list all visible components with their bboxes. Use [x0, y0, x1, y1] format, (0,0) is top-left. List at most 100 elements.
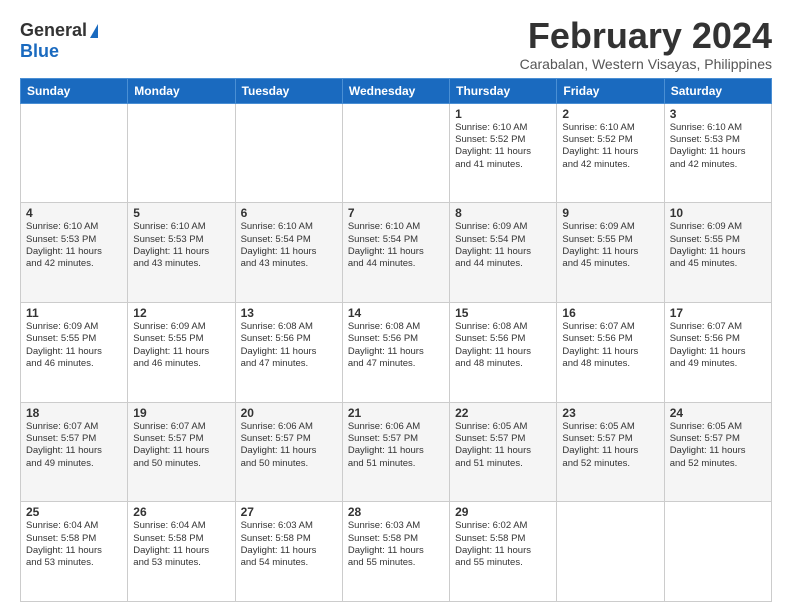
- calendar-cell: 8Sunrise: 6:09 AMSunset: 5:54 PMDaylight…: [450, 203, 557, 303]
- day-info: Sunrise: 6:02 AMSunset: 5:58 PMDaylight:…: [455, 520, 551, 569]
- day-number: 5: [133, 206, 229, 220]
- calendar-week-row: 11Sunrise: 6:09 AMSunset: 5:55 PMDayligh…: [21, 302, 772, 402]
- day-info: Sunrise: 6:05 AMSunset: 5:57 PMDaylight:…: [455, 421, 551, 470]
- day-number: 16: [562, 306, 658, 320]
- logo-blue-text: Blue: [20, 41, 59, 62]
- day-info: Sunrise: 6:08 AMSunset: 5:56 PMDaylight:…: [348, 321, 444, 370]
- day-number: 7: [348, 206, 444, 220]
- day-info: Sunrise: 6:07 AMSunset: 5:57 PMDaylight:…: [26, 421, 122, 470]
- calendar-cell: 28Sunrise: 6:03 AMSunset: 5:58 PMDayligh…: [342, 502, 449, 602]
- calendar-cell: [664, 502, 771, 602]
- day-info: Sunrise: 6:07 AMSunset: 5:57 PMDaylight:…: [133, 421, 229, 470]
- day-info: Sunrise: 6:10 AMSunset: 5:52 PMDaylight:…: [455, 122, 551, 171]
- day-number: 26: [133, 505, 229, 519]
- calendar-cell: [235, 103, 342, 203]
- day-info: Sunrise: 6:10 AMSunset: 5:54 PMDaylight:…: [348, 221, 444, 270]
- calendar-cell: 11Sunrise: 6:09 AMSunset: 5:55 PMDayligh…: [21, 302, 128, 402]
- col-header-saturday: Saturday: [664, 78, 771, 103]
- day-number: 17: [670, 306, 766, 320]
- title-section: February 2024 Carabalan, Western Visayas…: [520, 16, 772, 72]
- calendar-cell: 29Sunrise: 6:02 AMSunset: 5:58 PMDayligh…: [450, 502, 557, 602]
- calendar-week-row: 4Sunrise: 6:10 AMSunset: 5:53 PMDaylight…: [21, 203, 772, 303]
- page: General Blue February 2024 Carabalan, We…: [0, 0, 792, 612]
- calendar-cell: 16Sunrise: 6:07 AMSunset: 5:56 PMDayligh…: [557, 302, 664, 402]
- calendar-cell: 27Sunrise: 6:03 AMSunset: 5:58 PMDayligh…: [235, 502, 342, 602]
- day-number: 9: [562, 206, 658, 220]
- day-number: 24: [670, 406, 766, 420]
- calendar-cell: 26Sunrise: 6:04 AMSunset: 5:58 PMDayligh…: [128, 502, 235, 602]
- day-info: Sunrise: 6:03 AMSunset: 5:58 PMDaylight:…: [241, 520, 337, 569]
- day-info: Sunrise: 6:05 AMSunset: 5:57 PMDaylight:…: [670, 421, 766, 470]
- day-number: 12: [133, 306, 229, 320]
- calendar-cell: 4Sunrise: 6:10 AMSunset: 5:53 PMDaylight…: [21, 203, 128, 303]
- day-info: Sunrise: 6:10 AMSunset: 5:54 PMDaylight:…: [241, 221, 337, 270]
- calendar-header-row: SundayMondayTuesdayWednesdayThursdayFrid…: [21, 78, 772, 103]
- day-number: 13: [241, 306, 337, 320]
- location-subtitle: Carabalan, Western Visayas, Philippines: [520, 56, 772, 72]
- calendar-cell: [21, 103, 128, 203]
- calendar-cell: [557, 502, 664, 602]
- day-number: 29: [455, 505, 551, 519]
- col-header-sunday: Sunday: [21, 78, 128, 103]
- day-info: Sunrise: 6:09 AMSunset: 5:55 PMDaylight:…: [26, 321, 122, 370]
- calendar-cell: 19Sunrise: 6:07 AMSunset: 5:57 PMDayligh…: [128, 402, 235, 502]
- calendar-cell: 25Sunrise: 6:04 AMSunset: 5:58 PMDayligh…: [21, 502, 128, 602]
- logo-triangle-icon: [90, 24, 98, 38]
- calendar-cell: 20Sunrise: 6:06 AMSunset: 5:57 PMDayligh…: [235, 402, 342, 502]
- col-header-friday: Friday: [557, 78, 664, 103]
- calendar-cell: 24Sunrise: 6:05 AMSunset: 5:57 PMDayligh…: [664, 402, 771, 502]
- calendar-cell: 23Sunrise: 6:05 AMSunset: 5:57 PMDayligh…: [557, 402, 664, 502]
- day-number: 18: [26, 406, 122, 420]
- calendar-cell: [128, 103, 235, 203]
- day-number: 3: [670, 107, 766, 121]
- logo-general-text: General: [20, 20, 87, 41]
- calendar-cell: [342, 103, 449, 203]
- day-info: Sunrise: 6:10 AMSunset: 5:53 PMDaylight:…: [26, 221, 122, 270]
- day-info: Sunrise: 6:07 AMSunset: 5:56 PMDaylight:…: [670, 321, 766, 370]
- day-info: Sunrise: 6:08 AMSunset: 5:56 PMDaylight:…: [455, 321, 551, 370]
- calendar-cell: 22Sunrise: 6:05 AMSunset: 5:57 PMDayligh…: [450, 402, 557, 502]
- logo: General Blue: [20, 20, 98, 62]
- col-header-thursday: Thursday: [450, 78, 557, 103]
- day-number: 22: [455, 406, 551, 420]
- calendar-week-row: 18Sunrise: 6:07 AMSunset: 5:57 PMDayligh…: [21, 402, 772, 502]
- calendar-cell: 3Sunrise: 6:10 AMSunset: 5:53 PMDaylight…: [664, 103, 771, 203]
- month-year-title: February 2024: [520, 16, 772, 56]
- day-number: 19: [133, 406, 229, 420]
- day-info: Sunrise: 6:05 AMSunset: 5:57 PMDaylight:…: [562, 421, 658, 470]
- day-info: Sunrise: 6:09 AMSunset: 5:55 PMDaylight:…: [562, 221, 658, 270]
- day-info: Sunrise: 6:09 AMSunset: 5:55 PMDaylight:…: [133, 321, 229, 370]
- calendar-cell: 5Sunrise: 6:10 AMSunset: 5:53 PMDaylight…: [128, 203, 235, 303]
- col-header-monday: Monday: [128, 78, 235, 103]
- day-number: 20: [241, 406, 337, 420]
- day-number: 11: [26, 306, 122, 320]
- day-info: Sunrise: 6:03 AMSunset: 5:58 PMDaylight:…: [348, 520, 444, 569]
- calendar-cell: 13Sunrise: 6:08 AMSunset: 5:56 PMDayligh…: [235, 302, 342, 402]
- calendar-week-row: 1Sunrise: 6:10 AMSunset: 5:52 PMDaylight…: [21, 103, 772, 203]
- day-info: Sunrise: 6:10 AMSunset: 5:53 PMDaylight:…: [670, 122, 766, 171]
- day-info: Sunrise: 6:04 AMSunset: 5:58 PMDaylight:…: [133, 520, 229, 569]
- day-number: 4: [26, 206, 122, 220]
- day-number: 27: [241, 505, 337, 519]
- day-number: 15: [455, 306, 551, 320]
- calendar-week-row: 25Sunrise: 6:04 AMSunset: 5:58 PMDayligh…: [21, 502, 772, 602]
- day-number: 6: [241, 206, 337, 220]
- day-info: Sunrise: 6:10 AMSunset: 5:52 PMDaylight:…: [562, 122, 658, 171]
- header: General Blue February 2024 Carabalan, We…: [20, 16, 772, 72]
- calendar-cell: 12Sunrise: 6:09 AMSunset: 5:55 PMDayligh…: [128, 302, 235, 402]
- col-header-wednesday: Wednesday: [342, 78, 449, 103]
- day-number: 28: [348, 505, 444, 519]
- calendar-cell: 9Sunrise: 6:09 AMSunset: 5:55 PMDaylight…: [557, 203, 664, 303]
- day-info: Sunrise: 6:09 AMSunset: 5:55 PMDaylight:…: [670, 221, 766, 270]
- calendar-cell: 17Sunrise: 6:07 AMSunset: 5:56 PMDayligh…: [664, 302, 771, 402]
- calendar-cell: 14Sunrise: 6:08 AMSunset: 5:56 PMDayligh…: [342, 302, 449, 402]
- calendar-cell: 18Sunrise: 6:07 AMSunset: 5:57 PMDayligh…: [21, 402, 128, 502]
- day-info: Sunrise: 6:04 AMSunset: 5:58 PMDaylight:…: [26, 520, 122, 569]
- calendar-cell: 21Sunrise: 6:06 AMSunset: 5:57 PMDayligh…: [342, 402, 449, 502]
- day-number: 21: [348, 406, 444, 420]
- col-header-tuesday: Tuesday: [235, 78, 342, 103]
- day-number: 14: [348, 306, 444, 320]
- calendar-cell: 10Sunrise: 6:09 AMSunset: 5:55 PMDayligh…: [664, 203, 771, 303]
- day-number: 10: [670, 206, 766, 220]
- calendar-cell: 2Sunrise: 6:10 AMSunset: 5:52 PMDaylight…: [557, 103, 664, 203]
